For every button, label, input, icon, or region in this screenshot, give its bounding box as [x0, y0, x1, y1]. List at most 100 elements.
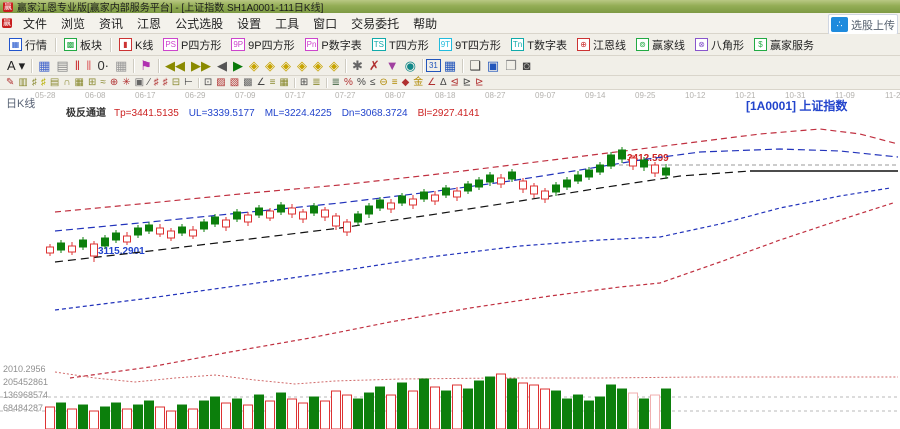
delete-tool-icon[interactable]: ✗ [366, 57, 383, 75]
font-select[interactable]: A ▾ [4, 57, 28, 75]
pencil-icon[interactable]: ✎ [4, 76, 16, 89]
grid-red2-icon[interactable]: ♯ [161, 76, 170, 89]
percent-red-icon[interactable]: % [342, 76, 355, 89]
arc-icon[interactable]: ∩ [61, 76, 72, 89]
bars-red-icon[interactable]: ‖ [72, 57, 83, 75]
last-page-icon[interactable]: ▶▶ [188, 57, 214, 75]
angle-red-icon[interactable]: ∠ [425, 76, 438, 89]
rail-icon[interactable]: ≣ [310, 76, 322, 89]
trend2-icon[interactable]: ⊵ [461, 76, 473, 89]
cross-grid-icon[interactable]: ⊞ [86, 76, 98, 89]
minus-box-icon[interactable]: ⊟ [170, 76, 182, 89]
hand-tool-icon[interactable]: ✱ [349, 57, 366, 75]
menu-item-1[interactable]: 浏览 [54, 15, 92, 33]
octagon-icon: ⊗ [695, 38, 708, 51]
t-table-button[interactable]: TnT数字表 [506, 36, 572, 54]
p-square-icon: PS [163, 38, 178, 51]
level-icon[interactable]: ≡ [268, 76, 278, 89]
menu-item-7[interactable]: 窗口 [306, 15, 344, 33]
winner-line-button[interactable]: ⊚赢家线 [631, 36, 690, 54]
wave-icon[interactable]: ≈ [98, 76, 108, 89]
window-icon[interactable]: ❑ [466, 57, 484, 75]
zero-dash-icon[interactable]: 0· [94, 57, 112, 75]
net-icon[interactable]: ⊞ [298, 76, 310, 89]
snapshot-icon[interactable]: ◙ [520, 57, 534, 75]
grid3-icon[interactable]: ▦ [277, 76, 290, 89]
grid-window-icon[interactable]: ▦ [112, 57, 130, 75]
zoom-diamond-3-icon[interactable]: ◈ [278, 57, 294, 75]
lte-icon[interactable]: ≤ [368, 76, 378, 89]
tack-icon[interactable]: ⊢ [182, 76, 195, 89]
zoom-diamond-6-icon[interactable]: ◈ [326, 57, 342, 75]
bars-red2-icon[interactable]: ‖ [83, 57, 94, 75]
globe-icon[interactable]: ◉ [402, 57, 419, 75]
menu-item-9[interactable]: 帮助 [406, 15, 444, 33]
gann-toolbar: ✎▥♯♯▤∩▦⊞≈⊕✳▣∕♯♯⊟⊢⊡▨▧▩∠≡▦⊞≣≣%%≤⊖≡◆金∠∆⊴⊵⊵ [0, 76, 900, 90]
kline-button-label: K线 [135, 37, 153, 53]
menu-item-5[interactable]: 设置 [230, 15, 268, 33]
funnel-icon[interactable]: ▼ [383, 57, 402, 75]
diamond-small-icon[interactable]: ◆ [400, 76, 412, 89]
window-box-icon[interactable]: ⊡ [202, 76, 214, 89]
9t-square-button[interactable]: 9T9T四方形 [434, 36, 506, 54]
menu-item-8[interactable]: 交易委托 [344, 15, 406, 33]
copy-icon[interactable]: ❒ [502, 57, 520, 75]
stack-icon[interactable]: ≣ [330, 76, 342, 89]
octagon-button[interactable]: ⊗八角形 [690, 36, 749, 54]
9p-square-button-label: 9P四方形 [248, 37, 294, 53]
zoom-diamond-2-icon[interactable]: ◈ [262, 57, 278, 75]
ruler-grid-icon[interactable]: ▥ [16, 76, 29, 89]
gann-fan-icon[interactable]: ♯ [30, 76, 39, 89]
gold-bars-icon[interactable]: ≡ [390, 76, 400, 89]
tri-icon[interactable]: ∆ [438, 76, 448, 89]
menu-item-6[interactable]: 工具 [268, 15, 306, 33]
zoom-diamond-4-icon[interactable]: ◈ [294, 57, 310, 75]
gann-fan2-icon[interactable]: ♯ [39, 76, 48, 89]
sectors-button[interactable]: ▩板块 [59, 36, 107, 54]
trend3-icon[interactable]: ⊵ [473, 76, 485, 89]
save-icon[interactable]: ▣ [484, 57, 502, 75]
hatch-box-icon[interactable]: ▧ [228, 76, 241, 89]
first-page-icon[interactable]: ◀◀ [162, 57, 188, 75]
app-logo-icon: 赢 [3, 2, 13, 12]
p-square-button[interactable]: PSP四方形 [158, 36, 226, 54]
zoom-diamond-5-icon[interactable]: ◈ [310, 57, 326, 75]
sectors-icon: ▩ [64, 38, 77, 51]
menu-item-0[interactable]: 文件 [16, 15, 54, 33]
grid-red-icon[interactable]: ♯ [152, 76, 161, 89]
calendar-icon[interactable]: 31 [426, 59, 441, 72]
flag-icon[interactable]: ⚑ [137, 57, 155, 75]
gold-icon[interactable]: 金 [411, 76, 425, 89]
kline-chart-canvas[interactable] [0, 90, 900, 429]
star-wheel-icon[interactable]: ✳ [120, 76, 132, 89]
map-icon[interactable]: ▦ [35, 57, 53, 75]
next-icon[interactable]: ▶ [230, 57, 246, 75]
menu-item-3[interactable]: 江恩 [130, 15, 168, 33]
chart-area[interactable]: 日K线 极反通道Tp=3441.5135UL=3339.5177ML=3224.… [0, 90, 900, 429]
gann-line-button[interactable]: ⊕江恩线 [572, 36, 631, 54]
percent-icon[interactable]: % [355, 76, 368, 89]
circle-cross-icon[interactable]: ⊕ [108, 76, 120, 89]
trend1-icon[interactable]: ⊴ [448, 76, 460, 89]
angle-icon[interactable]: ∠ [255, 76, 268, 89]
shade-box-icon[interactable]: ▨ [214, 76, 227, 89]
square-grid-icon[interactable]: ▦ [72, 76, 85, 89]
p-table-button[interactable]: PnP数字表 [300, 36, 367, 54]
prev-icon[interactable]: ◀ [214, 57, 230, 75]
doc-icon[interactable]: ▤ [53, 57, 71, 75]
calculator-icon[interactable]: ▦ [441, 57, 459, 75]
gann-line-button-label: 江恩线 [593, 37, 626, 53]
menu-item-4[interactable]: 公式选股 [168, 15, 230, 33]
coin-icon[interactable]: ⊖ [377, 76, 389, 89]
winner-service-button[interactable]: $赢家服务 [749, 36, 819, 54]
menu-item-2[interactable]: 资讯 [92, 15, 130, 33]
t-square-button[interactable]: TST四方形 [367, 36, 434, 54]
hatch2-box-icon[interactable]: ▩ [241, 76, 254, 89]
kline-button[interactable]: ▮K线 [114, 36, 158, 54]
fence-icon[interactable]: ▤ [48, 76, 61, 89]
quotes-button[interactable]: ▦行情 [4, 36, 52, 54]
upload-button[interactable]: ∴ 选股上传 [828, 14, 898, 35]
zoom-diamond-1-icon[interactable]: ◈ [246, 57, 262, 75]
filled-box-icon[interactable]: ▣ [133, 76, 146, 89]
9p-square-button[interactable]: 9P9P四方形 [226, 36, 299, 54]
